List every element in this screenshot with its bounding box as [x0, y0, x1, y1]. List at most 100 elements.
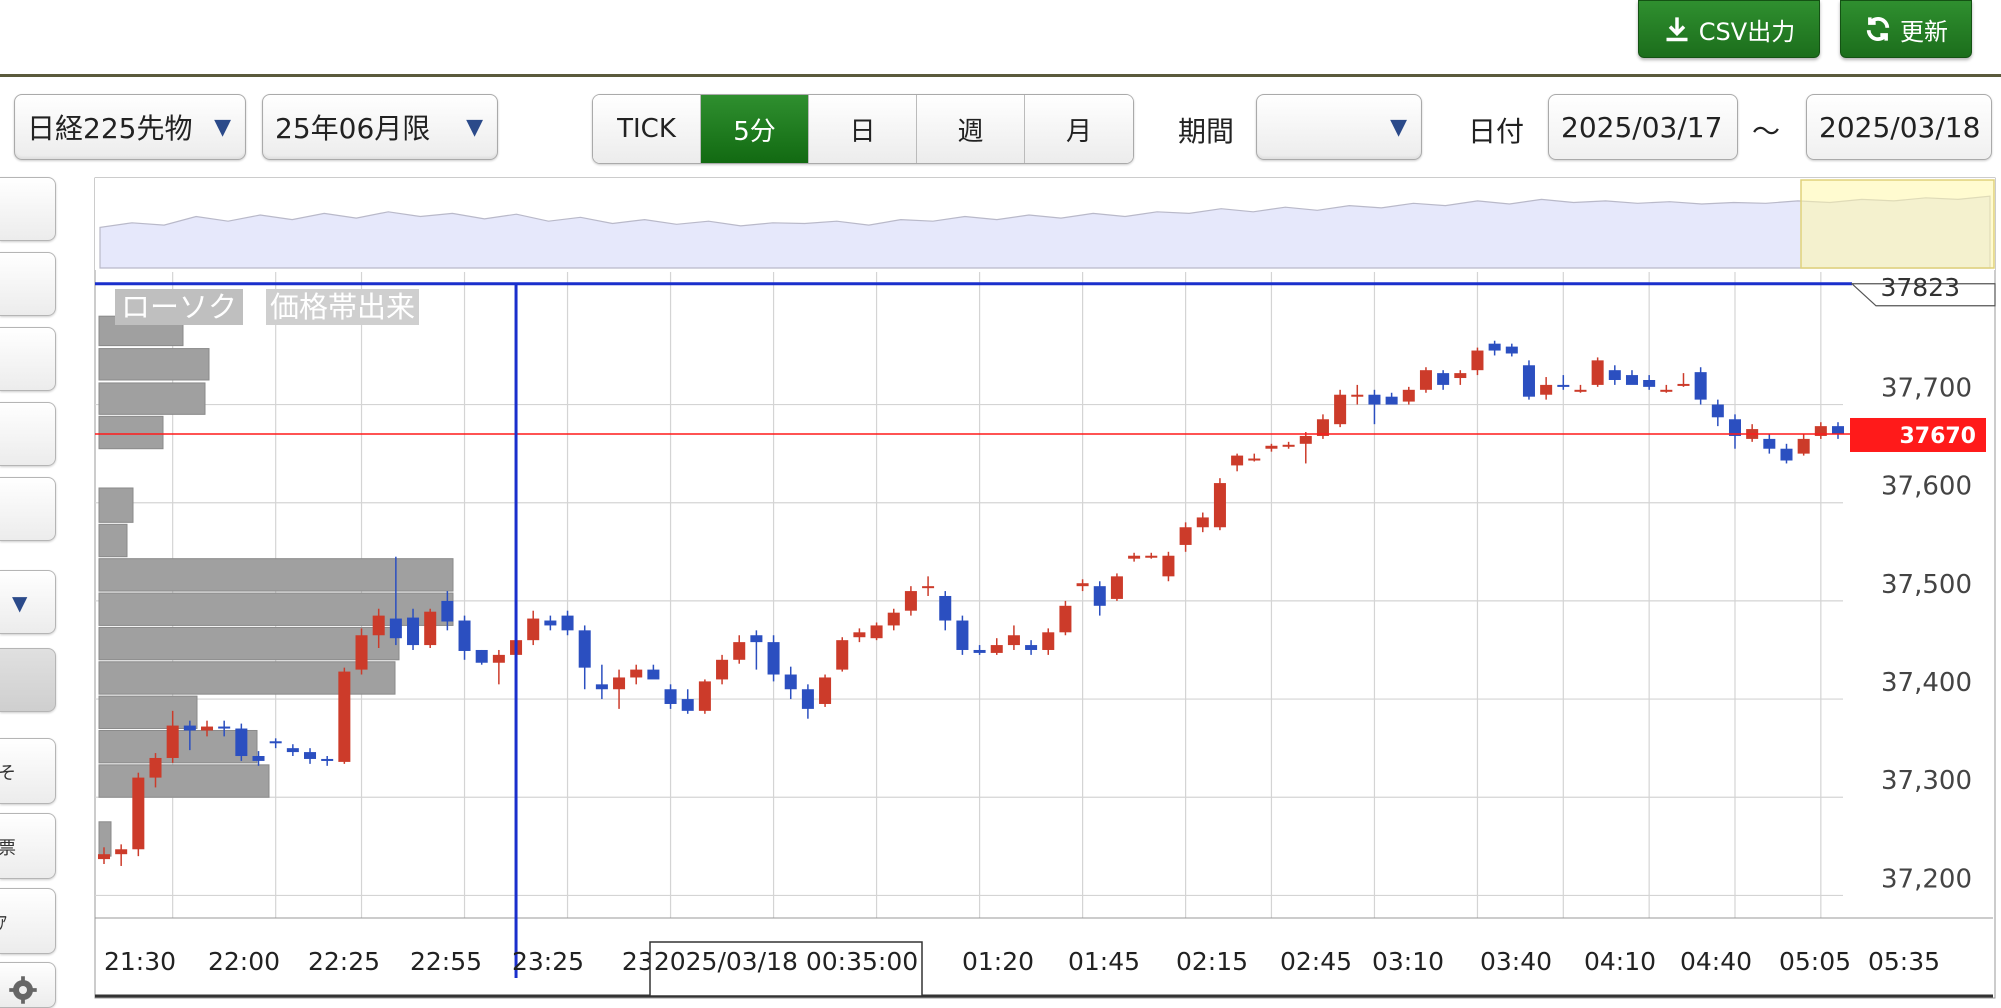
candle-body	[1625, 375, 1638, 385]
candle-body	[1694, 372, 1707, 400]
candle-body	[1557, 384, 1570, 387]
candle-body	[750, 635, 763, 643]
candle-body	[97, 854, 111, 860]
candle-body	[1574, 389, 1587, 392]
candle-body	[561, 615, 574, 631]
side-tool-button-7[interactable]: 票	[0, 813, 56, 879]
candle-body	[1213, 483, 1226, 528]
candle-body	[1385, 396, 1398, 405]
candle-body	[613, 677, 626, 690]
candle-body	[1437, 373, 1450, 385]
candle-body	[1763, 438, 1776, 449]
candle-body	[1471, 350, 1484, 371]
candle-body	[1660, 389, 1673, 392]
settings-button[interactable]	[0, 962, 56, 1008]
candle-body	[510, 640, 523, 655]
side-tool-button-3[interactable]	[0, 327, 56, 391]
x-tick-label: 03:40	[1480, 947, 1552, 976]
volume-profile-bar	[98, 592, 454, 626]
candle-body	[1093, 586, 1106, 606]
candle-body	[441, 600, 454, 622]
side-tool-button-8[interactable]: ｱ	[0, 888, 56, 954]
header-divider	[0, 74, 2001, 77]
candle-body	[1814, 426, 1827, 436]
candle-body	[458, 620, 471, 651]
candle-body	[733, 642, 746, 660]
candle-body	[321, 758, 334, 761]
date-to-field[interactable]: 2025/03/18	[1806, 94, 1992, 160]
interval-tick[interactable]: TICK	[593, 95, 701, 163]
candle-body	[252, 756, 265, 761]
candle-body	[424, 611, 437, 646]
candle-body	[492, 654, 505, 663]
x-tick-label: 05:35	[1868, 947, 1940, 976]
x-tick-label: 23:5	[622, 947, 678, 976]
refresh-label: 更新	[1900, 17, 1948, 46]
x-tick-label: 23:25	[512, 947, 584, 976]
candle-body	[1007, 635, 1020, 646]
instrument-select[interactable]: 日経225先物 ▼	[14, 94, 246, 160]
side-tool-button-1[interactable]	[0, 177, 56, 241]
candle-body	[1402, 389, 1415, 402]
y-tick-label: 37,300	[1881, 766, 1972, 796]
crosshair-time-label: 2025/03/18 00:35:00	[654, 947, 918, 976]
overview-area	[99, 195, 1991, 269]
candle-body	[578, 630, 591, 668]
chevron-down-icon: ▼	[1390, 115, 1407, 140]
candle-body	[1282, 444, 1295, 447]
period-select[interactable]: ▼	[1256, 94, 1422, 160]
x-tick-label: 02:45	[1280, 947, 1352, 976]
candle-body	[1711, 404, 1724, 418]
interval-month[interactable]: 月	[1025, 95, 1133, 163]
y-tick-label: 37,500	[1881, 570, 1972, 600]
side-dropdown-button[interactable]: ▼	[0, 570, 56, 634]
candle-body	[166, 725, 179, 758]
side-tool-button-active[interactable]	[0, 648, 56, 712]
candle-body	[922, 586, 935, 589]
interval-5min[interactable]: 5分	[701, 95, 809, 163]
candle-body	[115, 849, 128, 855]
chevron-down-icon: ▼	[12, 591, 28, 615]
candlestick-series	[97, 340, 1845, 866]
candle-body	[1059, 605, 1072, 633]
x-tick-label: 03:10	[1372, 947, 1444, 976]
side-button-label: ｱ	[0, 909, 7, 935]
candle-body	[836, 640, 849, 670]
candle-body	[1265, 445, 1278, 449]
side-tool-button-6[interactable]: そ	[0, 738, 56, 804]
y-tick-label: 37,200	[1881, 864, 1972, 894]
candle-body	[1299, 435, 1312, 444]
date-from-field[interactable]: 2025/03/17	[1548, 94, 1738, 160]
contract-month-select[interactable]: 25年06月限 ▼	[262, 94, 498, 160]
crosshair-time-box	[649, 941, 923, 997]
volume-profile	[98, 315, 454, 857]
chevron-down-icon: ▼	[466, 115, 483, 140]
side-tool-button-4[interactable]	[0, 402, 56, 466]
candle-body	[630, 669, 643, 678]
candle-body	[1196, 517, 1209, 528]
candle-body	[1797, 438, 1810, 454]
candle-body	[338, 671, 351, 762]
candle-body	[1488, 343, 1501, 351]
csv-export-button[interactable]: CSV出力	[1638, 0, 1820, 58]
candle-body	[767, 642, 780, 675]
side-button-label: 票	[0, 834, 16, 860]
x-tick-label: 04:10	[1584, 947, 1656, 976]
candle-body	[1522, 365, 1535, 397]
candle-body	[1248, 458, 1261, 461]
side-tool-button-5[interactable]	[0, 477, 56, 541]
refresh-button[interactable]: 更新	[1840, 0, 1972, 58]
y-tick-label: 37,700	[1881, 374, 1972, 404]
contract-month-value: 25年06月限	[275, 112, 431, 145]
period-label: 期間	[1178, 115, 1235, 148]
volume-profile-bar	[98, 487, 134, 523]
candle-body	[286, 748, 299, 753]
interval-week[interactable]: 週	[917, 95, 1025, 163]
overview-navigator[interactable]	[95, 178, 1995, 270]
x-tick-label: 22:25	[308, 947, 380, 976]
candle-body	[904, 591, 917, 611]
side-tool-button-2[interactable]	[0, 252, 56, 316]
candle-body	[1368, 394, 1381, 405]
interval-day[interactable]: 日	[809, 95, 917, 163]
y-tick-label: 37,400	[1881, 668, 1972, 698]
